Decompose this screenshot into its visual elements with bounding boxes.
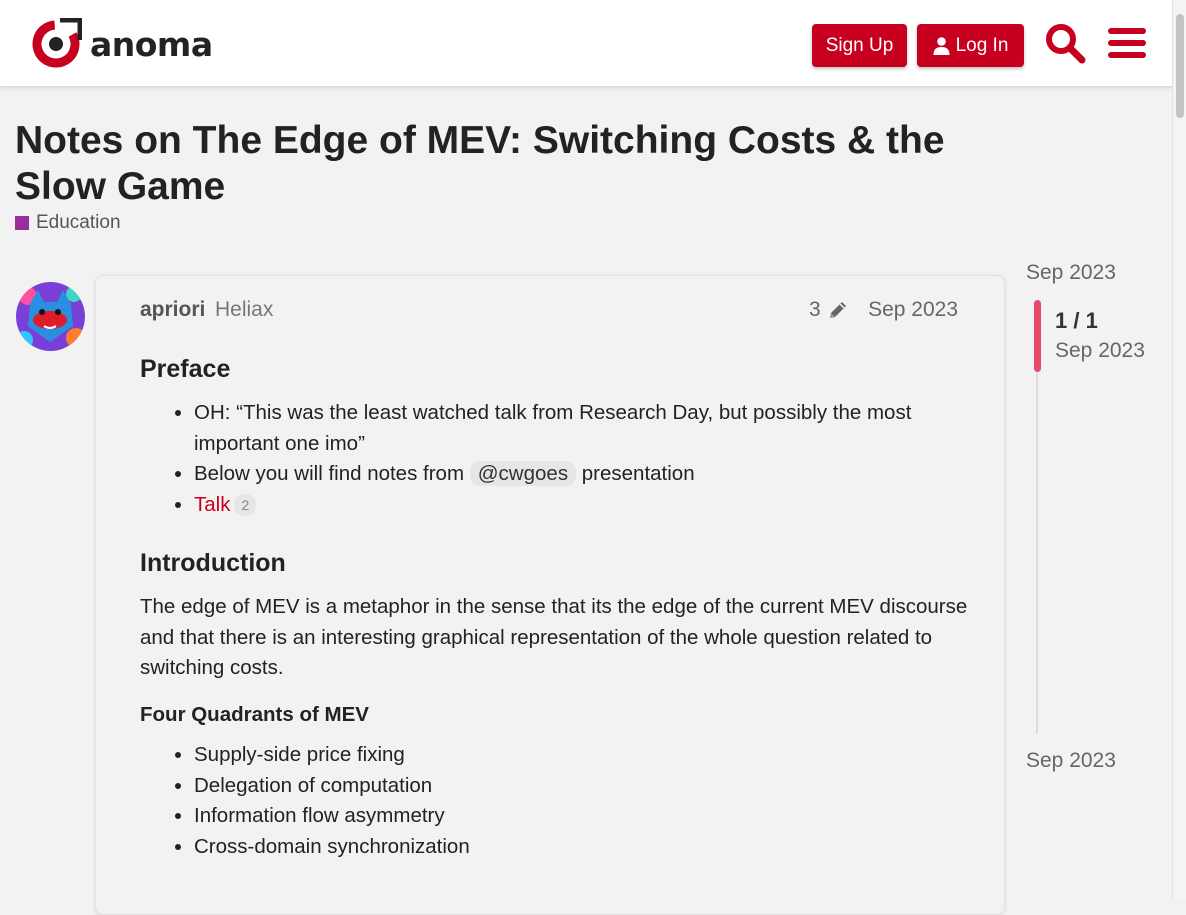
topic-title[interactable]: Notes on The Edge of MEV: Switching Cost… — [15, 118, 1045, 210]
site-header: anoma Sign Up Log In — [0, 0, 1172, 87]
edit-history-button[interactable]: 3 — [809, 298, 849, 322]
page-scrollbar[interactable] — [1172, 0, 1186, 900]
avatar-image — [16, 282, 85, 351]
user-icon — [933, 36, 950, 55]
timeline-end-date[interactable]: Sep 2023 — [1026, 749, 1116, 773]
scrollbar-thumb[interactable] — [1176, 14, 1184, 118]
anoma-logo-icon — [32, 18, 82, 68]
timeline-position-date: Sep 2023 — [1055, 339, 1145, 362]
avatar[interactable] — [16, 282, 85, 351]
introduction-heading: Introduction — [140, 549, 286, 577]
user-mention[interactable]: @cwgoes — [469, 461, 577, 486]
post-username[interactable]: apriori — [140, 298, 205, 322]
category-color-swatch — [15, 216, 29, 230]
log-in-button[interactable]: Log In — [917, 24, 1024, 67]
quadrants-list: Supply-side price fixing Delegation of c… — [140, 740, 970, 862]
pencil-icon — [829, 302, 846, 318]
list-item: Cross-domain synchronization — [194, 832, 970, 863]
sign-up-button[interactable]: Sign Up — [812, 24, 907, 67]
post-user-title: Heliax — [215, 298, 274, 321]
hamburger-menu-icon[interactable] — [1106, 22, 1148, 64]
preface-list: OH: “This was the least watched talk fro… — [140, 398, 970, 520]
brand-name: anoma — [90, 24, 213, 64]
list-item: Delegation of computation — [194, 771, 970, 802]
timeline-start-date[interactable]: Sep 2023 — [1026, 261, 1116, 285]
edit-count: 3 — [809, 298, 821, 321]
timeline-handle[interactable] — [1034, 300, 1041, 372]
category-badge[interactable]: Education — [15, 212, 121, 234]
list-item: Information flow asymmetry — [194, 801, 970, 832]
list-item: Below you will find notes from @cwgoes p… — [194, 459, 970, 490]
sign-up-label: Sign Up — [825, 34, 894, 56]
category-label: Education — [36, 212, 121, 233]
timeline-position: 1 / 1 — [1055, 308, 1098, 333]
post-meta: apriori Heliax 3 Sep 2023 — [140, 296, 960, 326]
search-icon[interactable] — [1044, 22, 1086, 64]
post-body: Preface OH: “This was the least watched … — [140, 350, 970, 878]
list-item: Supply-side price fixing — [194, 740, 970, 771]
list-item: Talk2 — [194, 490, 970, 521]
log-in-label: Log In — [955, 34, 1009, 56]
quadrants-heading: Four Quadrants of MEV — [140, 702, 369, 726]
post-date[interactable]: Sep 2023 — [868, 298, 958, 322]
preface-heading: Preface — [140, 355, 231, 383]
talk-link[interactable]: Talk — [194, 493, 230, 516]
site-logo[interactable]: anoma — [30, 18, 213, 70]
introduction-paragraph: The edge of MEV is a metaphor in the sen… — [140, 595, 968, 679]
list-item: OH: “This was the least watched talk fro… — [194, 398, 970, 459]
link-click-count: 2 — [234, 494, 257, 517]
